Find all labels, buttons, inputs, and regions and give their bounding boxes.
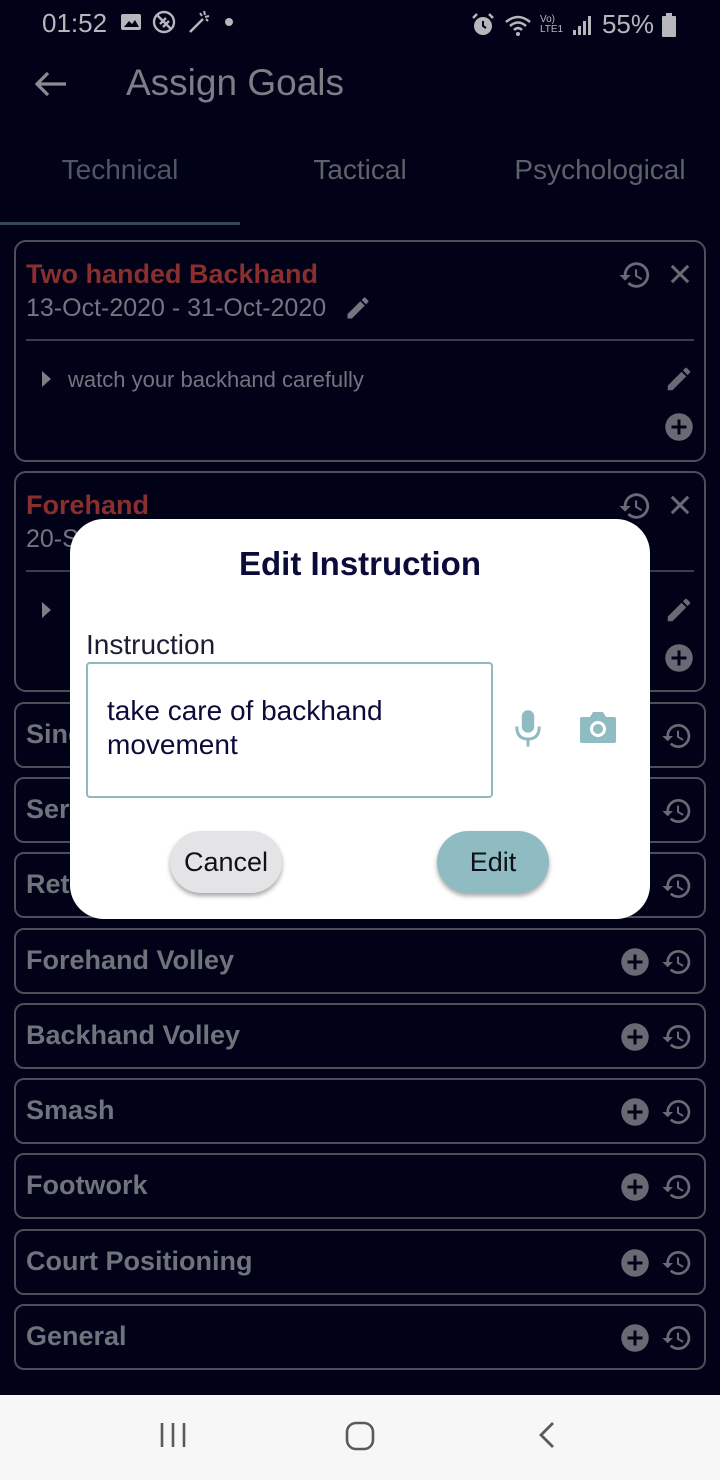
card-divider (26, 339, 694, 341)
no-sync-icon (152, 10, 176, 34)
pencil-icon[interactable] (664, 595, 694, 625)
skill-label: Backhand Volley (26, 1020, 241, 1050)
pencil-icon[interactable] (344, 294, 372, 322)
skill-label: Smash (26, 1095, 115, 1125)
skill-label: Footwork (26, 1170, 148, 1200)
skill-row[interactable]: Backhand Volley (14, 1003, 706, 1069)
back-arrow-icon[interactable] (30, 64, 70, 104)
skill-row[interactable]: Footwork (14, 1153, 706, 1219)
history-icon[interactable] (661, 1322, 693, 1354)
recent-apps-icon[interactable] (158, 1420, 188, 1450)
skill-row[interactable]: Smash (14, 1078, 706, 1144)
add-circle-icon[interactable] (620, 1022, 650, 1052)
tab-tactical[interactable]: Tactical (240, 130, 480, 226)
skill-label: Court Positioning (26, 1246, 253, 1276)
alarm-icon (472, 12, 494, 35)
goal-title: Two handed Backhand (26, 259, 319, 289)
add-circle-icon[interactable] (620, 1172, 650, 1202)
add-circle-icon[interactable] (664, 412, 694, 442)
dialog-title: Edit Instruction (239, 545, 481, 582)
tab-technical[interactable]: Technical (0, 130, 240, 226)
magic-wand-icon (189, 10, 210, 33)
close-icon[interactable] (666, 260, 694, 288)
skill-row[interactable]: Court Positioning (14, 1229, 706, 1295)
home-icon[interactable] (344, 1420, 376, 1452)
status-time: 01:52 (42, 8, 108, 38)
history-icon[interactable] (618, 258, 652, 292)
skill-label: General (26, 1321, 127, 1351)
image-icon (121, 14, 141, 30)
goal-date-range: 13-Oct-2020 - 31-Oct-2020 (26, 294, 327, 322)
history-icon[interactable] (661, 870, 693, 902)
expand-caret-icon[interactable] (42, 602, 51, 618)
add-circle-icon[interactable] (620, 1097, 650, 1127)
page-title: Assign Goals (126, 62, 344, 103)
signal-icon (572, 15, 591, 35)
history-icon[interactable] (661, 946, 693, 978)
history-icon[interactable] (661, 1247, 693, 1279)
skill-row[interactable]: Forehand Volley (14, 928, 706, 994)
add-circle-icon[interactable] (664, 643, 694, 673)
battery-percent: 55% (601, 9, 654, 39)
instruction-text: watch your backhand carefully (68, 367, 364, 392)
tab-psychological[interactable]: Psychological (480, 130, 720, 226)
add-circle-icon[interactable] (620, 947, 650, 977)
edit-button[interactable]: Edit (437, 831, 549, 893)
goal-title: Forehand (26, 490, 150, 520)
app-bar: Assign Goals (0, 46, 720, 126)
add-circle-icon[interactable] (620, 1248, 650, 1278)
history-icon[interactable] (661, 1171, 693, 1203)
network-label: Vo) LTE1 (539, 13, 564, 35)
skill-label: Forehand Volley (26, 945, 235, 975)
edit-instruction-dialog: Edit Instruction Instruction take care o… (70, 519, 650, 919)
cancel-button[interactable]: Cancel (170, 831, 282, 893)
tab-indicator (0, 222, 240, 225)
history-icon[interactable] (618, 489, 652, 523)
close-icon[interactable] (666, 491, 694, 519)
history-icon[interactable] (661, 720, 693, 752)
microphone-icon[interactable] (513, 709, 543, 749)
history-icon[interactable] (661, 1021, 693, 1053)
expand-caret-icon[interactable] (42, 371, 51, 387)
goal-card: Two handed Backhand 13-Oct-2020 - 31-Oct… (14, 240, 706, 462)
tab-bar: Technical Tactical Psychological (0, 130, 720, 226)
wifi-icon (505, 15, 531, 36)
instruction-input[interactable]: take care of backhand movement (86, 662, 493, 798)
pencil-icon[interactable] (664, 364, 694, 394)
add-circle-icon[interactable] (620, 1323, 650, 1353)
system-nav-bar (0, 1395, 720, 1480)
status-bar: 01:52 Vo) LTE1 55% (0, 0, 720, 46)
instruction-field-label: Instruction (86, 629, 216, 660)
battery-icon (662, 12, 676, 37)
history-icon[interactable] (661, 795, 693, 827)
back-icon[interactable] (535, 1420, 559, 1450)
history-icon[interactable] (661, 1096, 693, 1128)
camera-icon[interactable] (578, 709, 618, 745)
dot-icon (225, 18, 233, 26)
skill-row[interactable]: General (14, 1304, 706, 1370)
